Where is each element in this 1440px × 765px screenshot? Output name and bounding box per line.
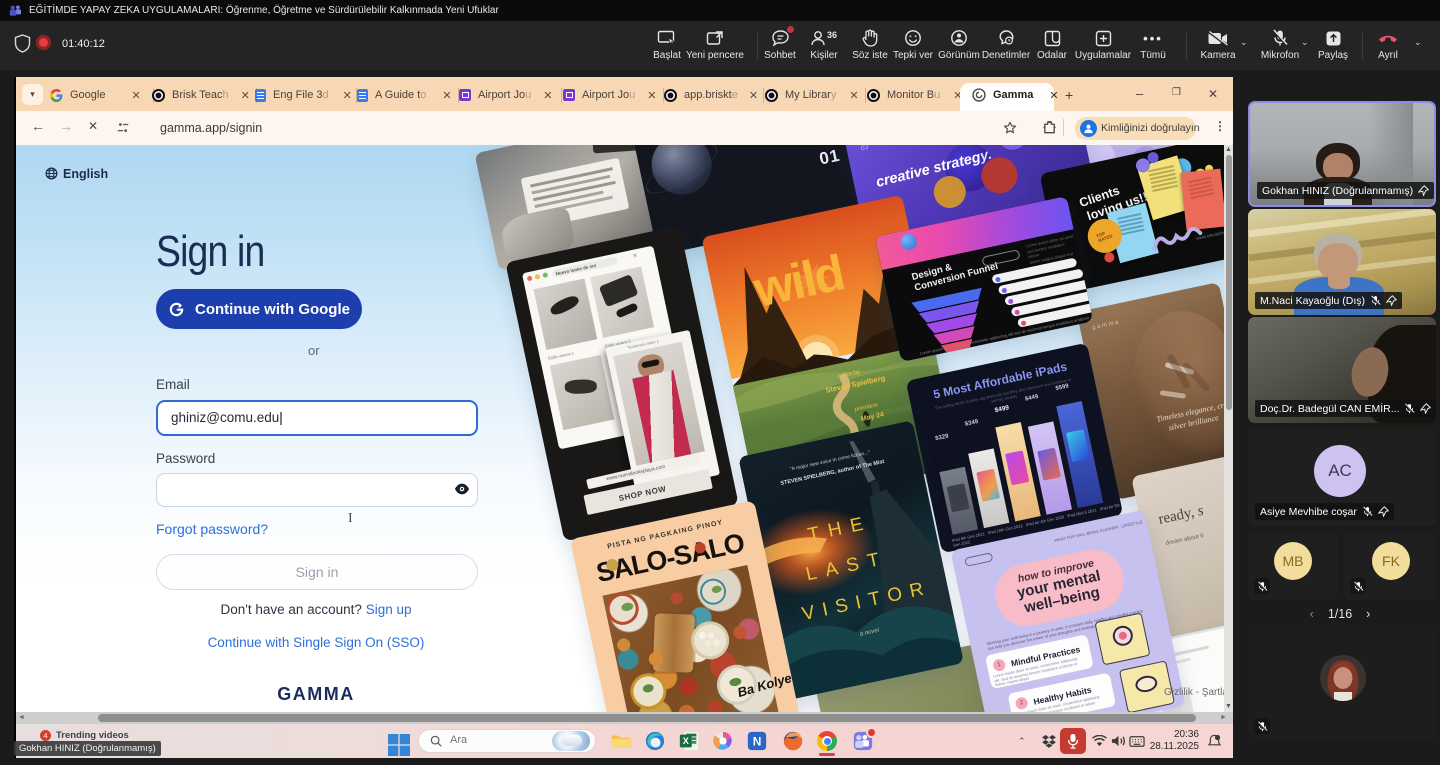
svg-text:N: N: [753, 735, 762, 749]
svg-text:X: X: [683, 736, 690, 746]
svg-text:36: 36: [827, 30, 837, 40]
